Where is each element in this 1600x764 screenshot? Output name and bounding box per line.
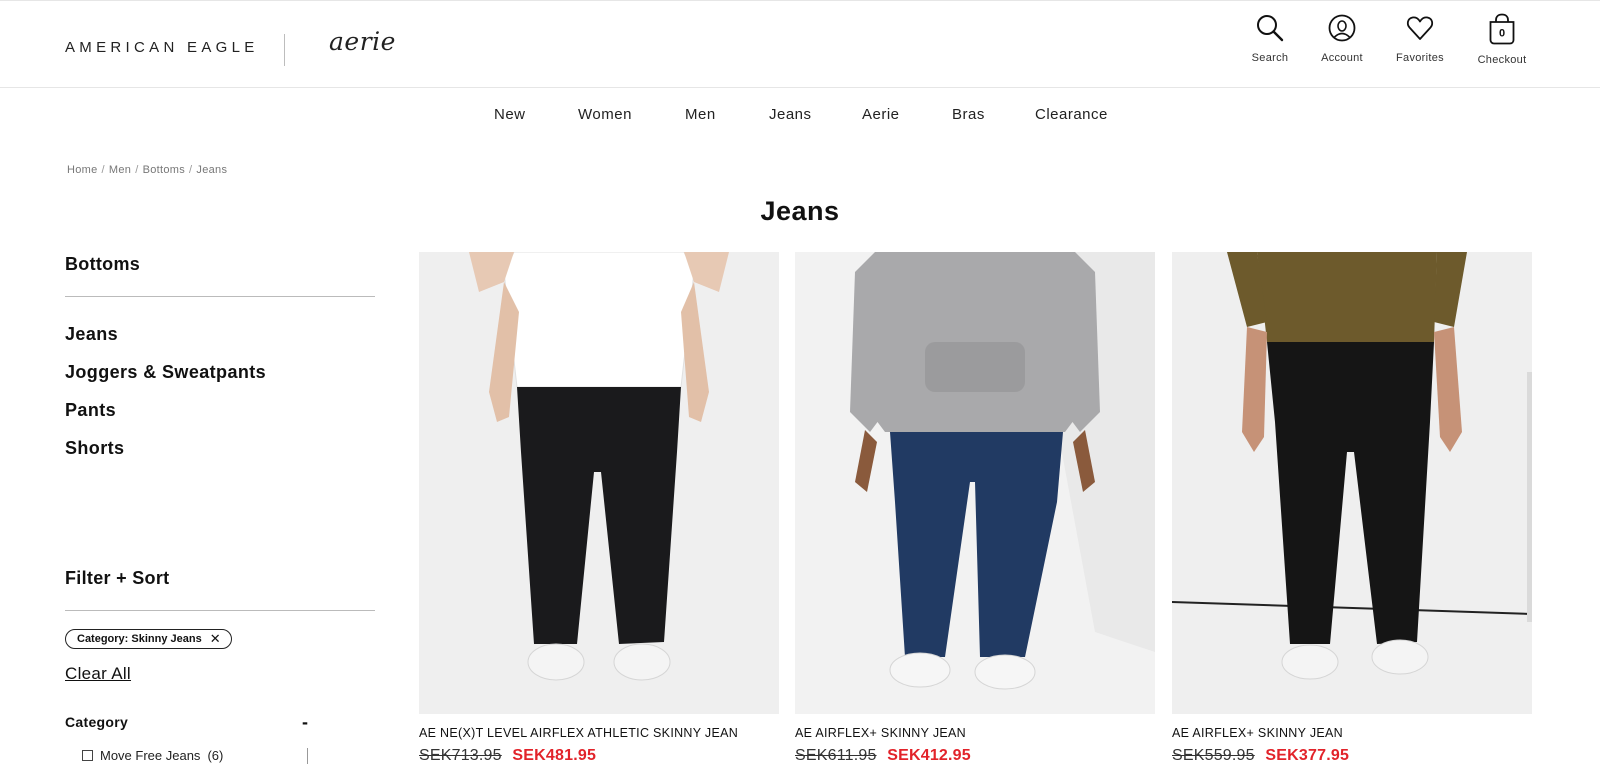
product-image[interactable] [795, 252, 1155, 714]
checkout-button[interactable]: 0 Checkout [1467, 13, 1537, 66]
search-button[interactable]: Search [1235, 13, 1305, 64]
favorites-label: Favorites [1396, 52, 1444, 64]
american-eagle-logo[interactable]: AMERICAN EAGLE [65, 39, 259, 56]
product-image[interactable] [1172, 252, 1532, 714]
breadcrumb-men[interactable]: Men [109, 164, 131, 176]
breadcrumb: Home / Men / Bottoms / Jeans [67, 164, 227, 176]
sale-price: SEK481.95 [512, 747, 597, 764]
model-photo [1172, 252, 1532, 714]
original-price: SEK559.95 [1172, 747, 1255, 764]
category-facet-title[interactable]: Category [65, 714, 128, 730]
filter-sort-title[interactable]: Filter + Sort [65, 568, 169, 589]
collapse-toggle[interactable]: - [302, 712, 308, 733]
checkbox[interactable] [82, 750, 93, 761]
breadcrumb-bottoms[interactable]: Bottoms [143, 164, 185, 176]
product-price: SEK713.95 SEK481.95 [419, 747, 596, 764]
sidebar-item-pants[interactable]: Pants [65, 400, 116, 421]
nav-item-clearance[interactable]: Clearance [1035, 106, 1108, 123]
search-icon [1257, 15, 1284, 42]
product-name[interactable]: AE AIRFLEX+ SKINNY JEAN [795, 726, 966, 740]
shirt-shape [503, 252, 695, 388]
sale-price: SEK412.95 [887, 747, 971, 764]
nav-item-bras[interactable]: Bras [952, 106, 985, 123]
account-label: Account [1321, 52, 1363, 64]
divider [65, 610, 375, 611]
facet-option-count: (6) [207, 748, 224, 763]
logo-divider [284, 34, 285, 66]
sidebar-item-joggers[interactable]: Joggers & Sweatpants [65, 362, 266, 383]
bag-icon: 0 [1489, 13, 1515, 45]
breadcrumb-home[interactable]: Home [67, 164, 98, 176]
close-icon[interactable]: ✕ [210, 630, 221, 648]
product-name[interactable]: AE AIRFLEX+ SKINNY JEAN [1172, 726, 1343, 740]
facet-option[interactable]: Move Free Jeans (6) [82, 748, 223, 763]
nav-item-new[interactable]: New [494, 106, 526, 123]
nav-item-aerie[interactable]: Aerie [862, 106, 900, 123]
sidebar-item-shorts[interactable]: Shorts [65, 438, 124, 459]
site-header: AMERICAN EAGLE aerie Search Account Favo… [0, 0, 1600, 88]
nav-item-jeans[interactable]: Jeans [769, 106, 812, 123]
product-price: SEK611.95 SEK412.95 [795, 747, 971, 764]
sidebar-item-jeans[interactable]: Jeans [65, 324, 118, 345]
product-image[interactable] [419, 252, 779, 714]
facet-scrollbar[interactable] [307, 748, 308, 764]
sale-price: SEK377.95 [1265, 747, 1350, 764]
product-card[interactable]: AE NE(X)T LEVEL AIRFLEX ATHLETIC SKINNY … [419, 252, 779, 764]
sidebar-section-title[interactable]: Bottoms [65, 254, 140, 275]
favorites-button[interactable]: Favorites [1385, 13, 1455, 64]
breadcrumb-separator: / [101, 164, 105, 176]
product-card[interactable]: AE AIRFLEX+ SKINNY JEAN SEK611.95 SEK412… [795, 252, 1155, 764]
cart-count: 0 [1499, 28, 1505, 40]
original-price: SEK713.95 [419, 747, 502, 764]
account-icon [1328, 14, 1356, 42]
active-filter-label: Category: Skinny Jeans [77, 633, 202, 645]
breadcrumb-separator: / [189, 164, 193, 176]
facet-option-label: Move Free Jeans [100, 748, 201, 763]
main-nav: New Women Men Jeans Aerie Bras Clearance [0, 106, 1600, 130]
breadcrumb-jeans: Jeans [196, 164, 228, 176]
original-price: SEK611.95 [795, 747, 877, 764]
product-name[interactable]: AE NE(X)T LEVEL AIRFLEX ATHLETIC SKINNY … [419, 726, 738, 740]
nav-item-men[interactable]: Men [685, 106, 716, 123]
model-photo [419, 252, 779, 714]
active-filter-chip[interactable]: Category: Skinny Jeans ✕ [65, 629, 232, 649]
search-label: Search [1251, 52, 1289, 64]
aerie-logo[interactable]: aerie [329, 27, 396, 56]
heart-icon [1406, 16, 1434, 40]
breadcrumb-separator: / [135, 164, 139, 176]
divider [65, 296, 375, 297]
page-title: Jeans [760, 196, 840, 226]
product-card[interactable]: AE AIRFLEX+ SKINNY JEAN SEK559.95 SEK377… [1172, 252, 1532, 764]
product-price: SEK559.95 SEK377.95 [1172, 747, 1349, 764]
clear-all-link[interactable]: Clear All [65, 664, 131, 684]
checkout-label: Checkout [1477, 54, 1527, 66]
model-photo [795, 252, 1155, 714]
account-button[interactable]: Account [1307, 13, 1377, 64]
nav-item-women[interactable]: Women [578, 106, 632, 123]
